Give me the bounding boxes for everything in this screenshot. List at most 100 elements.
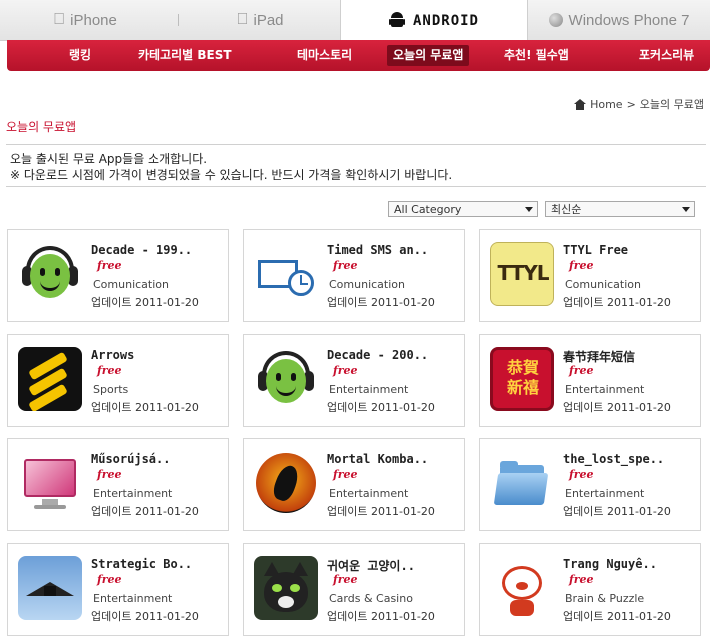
app-price: free — [569, 573, 594, 586]
app-category: Entertainment — [93, 592, 173, 605]
app-updated: 업데이트 2011-01-20 — [91, 505, 199, 518]
app-updated: 업데이트 2011-01-20 — [563, 610, 671, 623]
app-updated: 업데이트 2011-01-20 — [563, 401, 671, 414]
new-year-icon: 恭賀 新禧 — [490, 347, 554, 411]
stealth-bomber-icon — [18, 556, 82, 620]
monitor-icon — [18, 451, 82, 515]
breadcrumb-separator: > — [626, 97, 636, 111]
app-updated: 업데이트 2011-01-20 — [91, 610, 199, 623]
app-category: Comunication — [329, 278, 405, 291]
app-category: Entertainment — [329, 383, 409, 396]
menu-item-recommended[interactable]: 추천! 필수앱 — [498, 45, 575, 66]
app-category: Comunication — [565, 278, 641, 291]
chevron-down-icon — [682, 207, 690, 212]
tab-android[interactable]: ANDROID — [340, 0, 528, 41]
app-card[interactable]: TTYL TTYL Free free Comunication 업데이트 20… — [479, 229, 701, 322]
app-card[interactable]: Decade - 199.. free Comunication 업데이트 20… — [7, 229, 229, 322]
menu-item-focus-review[interactable]: 포커스리뷰 — [633, 45, 700, 66]
app-price: free — [97, 364, 122, 377]
app-name: Mortal Komba.. — [327, 452, 429, 466]
app-category: Entertainment — [329, 487, 409, 500]
app-name: Strategic Bo.. — [91, 557, 193, 571]
menu-item-category-best[interactable]: 카테고리별 BEST — [132, 45, 238, 66]
divider — [6, 186, 706, 187]
app-category: Entertainment — [565, 487, 645, 500]
app-price: free — [333, 573, 358, 586]
category-select-value: All Category — [394, 203, 462, 216]
app-price: free — [569, 364, 594, 377]
breadcrumb: Home > 오늘의 무료앱 — [574, 96, 704, 112]
app-price: free — [97, 468, 122, 481]
app-card[interactable]: Timed SMS an.. free Comunication 업데이트 20… — [243, 229, 465, 322]
app-category: Sports — [93, 383, 129, 396]
intro-notice: ※ 다운로드 시점에 가격이 변경되었을 수 있습니다. 반드시 가격을 확인하… — [10, 168, 453, 182]
category-menu-bar: 랭킹 카테고리별 BEST 테마스토리 오늘의 무료앱 추천! 필수앱 포커스리… — [7, 40, 710, 71]
menu-item-theme-story[interactable]: 테마스토리 — [291, 45, 358, 66]
platform-tab-bar:  iPhone  iPad ANDROID Windows Phone 7 — [0, 0, 710, 41]
app-price: free — [569, 259, 594, 272]
app-name: Decade - 199.. — [91, 243, 193, 257]
app-updated: 업데이트 2011-01-20 — [327, 296, 435, 309]
app-category: Comunication — [93, 278, 169, 291]
app-updated: 업데이트 2011-01-20 — [327, 610, 435, 623]
app-name: TTYL Free — [563, 243, 629, 257]
tab-label: iPad — [247, 11, 283, 29]
page-title: 오늘의 무료앱 — [6, 120, 77, 134]
divider — [6, 144, 706, 145]
app-card[interactable]: Decade - 200.. free Entertainment 업데이트 2… — [243, 334, 465, 427]
app-name: the_lost_spe.. — [563, 452, 665, 466]
app-card[interactable]: Műsorújsá.. free Entertainment 업데이트 2011… — [7, 438, 229, 531]
ttyl-icon: TTYL — [490, 242, 554, 306]
app-category: Brain & Puzzle — [565, 592, 645, 605]
breadcrumb-current: 오늘의 무료앱 — [639, 98, 704, 111]
folder-icon — [490, 451, 554, 515]
home-icon — [574, 98, 587, 110]
sort-select[interactable]: 최신순 — [545, 201, 695, 217]
android-icon — [388, 12, 405, 29]
app-updated: 업데이트 2011-01-20 — [327, 401, 435, 414]
app-name: Arrows — [91, 348, 135, 362]
apple-icon:  — [53, 11, 65, 29]
arrows-icon — [18, 347, 82, 411]
app-card[interactable]: 恭賀 新禧 春节拜年短信 free Entertainment 업데이트 2011… — [479, 334, 701, 427]
app-updated: 업데이트 2011-01-20 — [91, 401, 199, 414]
app-card[interactable]: Mortal Komba.. free Entertainment 업데이트 2… — [243, 438, 465, 531]
tab-divider — [178, 14, 179, 26]
menu-item-today-free[interactable]: 오늘의 무료앱 — [387, 45, 470, 66]
tab-windows-phone[interactable]: Windows Phone 7 — [528, 0, 710, 40]
tab-iphone[interactable]:  iPhone — [0, 0, 170, 40]
breadcrumb-home[interactable]: Home — [590, 98, 622, 111]
app-name: Timed SMS an.. — [327, 243, 429, 257]
app-price: free — [569, 468, 594, 481]
envelope-clock-icon — [254, 242, 318, 306]
cat-icon — [254, 556, 318, 620]
app-price: free — [97, 573, 122, 586]
app-name: Trang Nguyê.. — [563, 557, 657, 571]
app-card[interactable]: Strategic Bo.. free Entertainment 업데이트 2… — [7, 543, 229, 636]
app-updated: 업데이트 2011-01-20 — [563, 505, 671, 518]
dragon-emblem-icon — [254, 451, 318, 515]
app-card[interactable]: Trang Nguyê.. free Brain & Puzzle 업데이트 2… — [479, 543, 701, 636]
app-updated: 업데이트 2011-01-20 — [563, 296, 671, 309]
app-price: free — [97, 259, 122, 272]
apple-icon:  — [236, 11, 248, 29]
app-price: free — [333, 259, 358, 272]
intro-text: 오늘 출시된 무료 App들을 소개합니다. ※ 다운로드 시점에 가격이 변경… — [10, 151, 452, 183]
category-select[interactable]: All Category — [388, 201, 538, 217]
tab-label: ANDROID — [412, 12, 479, 29]
app-card[interactable]: the_lost_spe.. free Entertainment 업데이트 2… — [479, 438, 701, 531]
tab-label: Windows Phone 7 — [568, 11, 690, 29]
app-name: Műsorújsá.. — [91, 452, 171, 466]
app-price: free — [333, 364, 358, 377]
menu-item-ranking[interactable]: 랭킹 — [63, 45, 97, 66]
headphone-face-icon — [18, 242, 82, 306]
tab-ipad[interactable]:  iPad — [180, 0, 340, 40]
app-card[interactable]: 귀여운 고양이.. free Cards & Casino 업데이트 2011-… — [243, 543, 465, 636]
app-card[interactable]: Arrows free Sports 업데이트 2011-01-20 — [7, 334, 229, 427]
app-price: free — [333, 468, 358, 481]
cartoon-pig-icon — [490, 556, 554, 620]
headphone-face-icon — [254, 347, 318, 411]
tab-label: iPhone — [64, 11, 117, 29]
intro-line: 오늘 출시된 무료 App들을 소개합니다. — [10, 152, 208, 166]
app-updated: 업데이트 2011-01-20 — [91, 296, 199, 309]
